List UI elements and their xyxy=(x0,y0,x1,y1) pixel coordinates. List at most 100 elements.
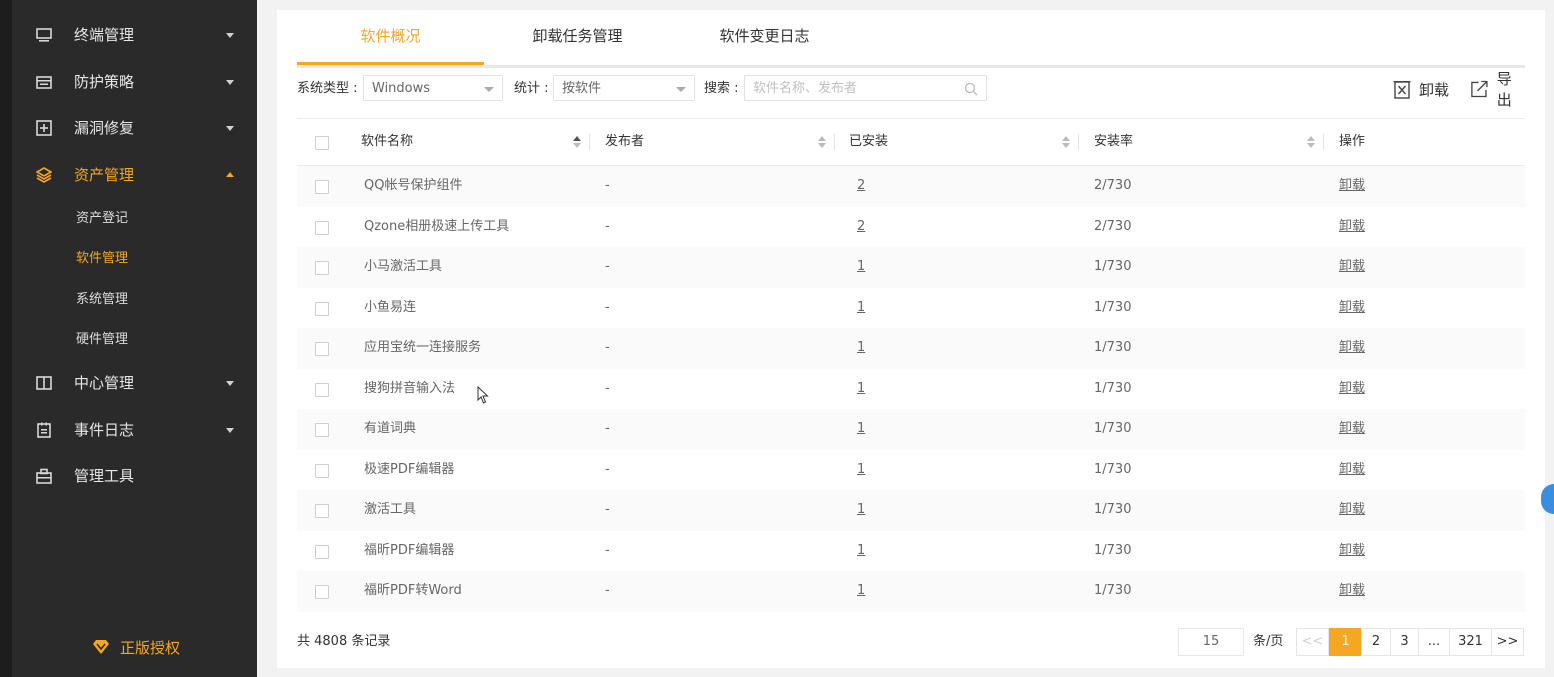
installed-count-link[interactable]: 1 xyxy=(857,571,865,611)
page-button-2[interactable]: 2 xyxy=(1361,628,1391,656)
stat-label: 统计 : xyxy=(514,81,549,96)
uninstall-link[interactable]: 卸载 xyxy=(1339,247,1365,287)
row-checkbox[interactable] xyxy=(315,301,329,316)
installed-count-link[interactable]: 2 xyxy=(857,207,865,247)
export-button[interactable]: 导出 xyxy=(1470,70,1525,109)
row-checkbox[interactable] xyxy=(315,423,329,437)
table-row[interactable]: 小鱼易连 - 1 1/730 卸载 xyxy=(297,288,1525,329)
row-checkbox[interactable] xyxy=(315,585,329,599)
uninstall-link[interactable]: 卸载 xyxy=(1339,409,1365,449)
row-checkbox[interactable] xyxy=(315,180,329,194)
plus-box-icon xyxy=(36,120,52,136)
monitor-icon xyxy=(36,28,52,42)
tab-uninstall-tasks[interactable]: 卸载任务管理 xyxy=(484,10,671,62)
page-button-3[interactable]: 3 xyxy=(1390,628,1419,656)
sidebar-item-events[interactable]: 事件日志 xyxy=(0,410,257,450)
row-checkbox[interactable] xyxy=(315,220,329,235)
sidebar-item-vuln[interactable]: 漏洞修复 xyxy=(0,108,257,148)
sidebar-item-tools[interactable]: 管理工具 xyxy=(0,456,257,496)
table-row[interactable]: 福昕PDF转Word - 1 1/730 卸载 xyxy=(297,571,1525,612)
uninstall-icon xyxy=(1393,81,1411,99)
uninstall-link[interactable]: 卸载 xyxy=(1339,288,1365,328)
sidebar-item-center[interactable]: 中心管理 xyxy=(0,363,257,403)
uninstall-link[interactable]: 卸载 xyxy=(1339,571,1365,611)
column-header-installed[interactable]: 已安装 xyxy=(849,119,888,165)
page-size-select[interactable]: 15 xyxy=(1178,628,1244,656)
table-row[interactable]: 激活工具 - 1 1/730 卸载 xyxy=(297,490,1525,531)
table-row[interactable]: 小马激活工具 - 1 1/730 卸载 xyxy=(297,247,1525,288)
column-header-name[interactable]: 软件名称 xyxy=(361,119,413,165)
installed-count-link[interactable]: 1 xyxy=(857,288,865,328)
sidebar-subitem-hardware[interactable]: 硬件管理 xyxy=(0,322,257,358)
select-all-checkbox[interactable] xyxy=(315,136,329,150)
sidebar-item-label: 资产管理 xyxy=(74,166,135,184)
tab-software-overview[interactable]: 软件概况 xyxy=(297,10,484,65)
filter-bar: 系统类型 : Windows 统计 : 按软件 搜索 : 卸载 导出 xyxy=(297,70,1525,109)
publisher: - xyxy=(605,178,610,193)
tab-software-changelog[interactable]: 软件变更日志 xyxy=(671,10,858,62)
sort-icon[interactable] xyxy=(1062,136,1070,148)
row-checkbox[interactable] xyxy=(315,544,329,559)
search-input[interactable] xyxy=(753,76,953,101)
installed-count-link[interactable]: 1 xyxy=(857,450,865,490)
column-header-rate[interactable]: 安装率 xyxy=(1094,119,1133,165)
uninstall-link[interactable]: 卸载 xyxy=(1339,166,1365,206)
row-checkbox[interactable] xyxy=(315,504,329,518)
installed-count-link[interactable]: 1 xyxy=(857,247,865,287)
install-rate: 1/730 xyxy=(1094,259,1132,274)
system-type-select[interactable]: Windows xyxy=(363,75,503,101)
sort-icon[interactable] xyxy=(818,136,826,148)
stat-select[interactable]: 按软件 xyxy=(553,75,695,101)
installed-count-link[interactable]: 1 xyxy=(857,409,865,449)
book-icon xyxy=(36,376,52,390)
uninstall-link[interactable]: 卸载 xyxy=(1339,490,1365,530)
installed-count-link[interactable]: 2 xyxy=(857,166,865,206)
uninstall-link[interactable]: 卸载 xyxy=(1339,531,1365,571)
installed-count-link[interactable]: 1 xyxy=(857,531,865,571)
installed-count-link[interactable]: 1 xyxy=(857,369,865,409)
prev-page-button[interactable]: << xyxy=(1296,628,1329,656)
next-page-button[interactable]: >> xyxy=(1491,628,1524,656)
table-row[interactable]: 福昕PDF编辑器 - 1 1/730 卸载 xyxy=(297,531,1525,572)
sort-icon[interactable] xyxy=(573,136,581,148)
sidebar-subitem-label: 软件管理 xyxy=(76,251,129,266)
page-button-1[interactable]: 1 xyxy=(1329,628,1362,656)
page-ellipsis[interactable]: ... xyxy=(1418,628,1450,656)
sidebar-item-assets[interactable]: 资产管理 xyxy=(0,155,257,195)
license-link[interactable]: 正版授权 xyxy=(92,634,180,660)
publisher: - xyxy=(605,340,610,355)
table-row[interactable]: 极速PDF编辑器 - 1 1/730 卸载 xyxy=(297,450,1525,491)
sidebar-subitem-software[interactable]: 软件管理 xyxy=(0,241,257,277)
installed-count-link[interactable]: 1 xyxy=(857,328,865,368)
uninstall-link[interactable]: 卸载 xyxy=(1339,207,1365,247)
install-rate: 1/730 xyxy=(1094,340,1132,355)
search-icon[interactable] xyxy=(964,82,978,96)
page-button-last[interactable]: 321 xyxy=(1449,628,1492,656)
uninstall-button[interactable]: 卸载 xyxy=(1393,74,1449,104)
publisher: - xyxy=(605,218,610,234)
installed-count-link[interactable]: 1 xyxy=(857,490,865,530)
install-rate: 2/730 xyxy=(1094,178,1132,193)
uninstall-label: 卸载 xyxy=(1419,80,1450,99)
column-header-publisher[interactable]: 发布者 xyxy=(605,119,644,165)
sidebar-subitem-system[interactable]: 系统管理 xyxy=(0,282,257,318)
table-row[interactable]: QQ帐号保护组件 - 2 2/730 卸载 xyxy=(297,166,1525,207)
table-row[interactable]: 有道词典 - 1 1/730 卸载 xyxy=(297,409,1525,450)
uninstall-link[interactable]: 卸载 xyxy=(1339,450,1365,490)
sidebar-subitem-asset-register[interactable]: 资产登记 xyxy=(0,201,257,237)
sidebar: 终端管理 防护策略 漏洞修复 资产管理 资产登记 软件管理 系统管理 硬件管理 … xyxy=(0,0,257,677)
row-checkbox[interactable] xyxy=(315,382,329,397)
sidebar-item-policy[interactable]: 防护策略 xyxy=(0,62,257,102)
sidebar-item-label: 中心管理 xyxy=(74,374,135,392)
software-name: 应用宝统一连接服务 xyxy=(364,340,482,355)
row-checkbox[interactable] xyxy=(315,463,329,478)
table-row[interactable]: 应用宝统一连接服务 - 1 1/730 卸载 xyxy=(297,328,1525,369)
row-checkbox[interactable] xyxy=(315,342,329,356)
sort-icon[interactable] xyxy=(1307,136,1315,148)
uninstall-link[interactable]: 卸载 xyxy=(1339,328,1365,368)
uninstall-link[interactable]: 卸载 xyxy=(1339,369,1365,409)
row-checkbox[interactable] xyxy=(315,261,329,275)
sidebar-item-terminal[interactable]: 终端管理 xyxy=(0,15,257,55)
install-rate: 1/730 xyxy=(1094,380,1132,396)
table-row[interactable]: Qzone相册极速上传工具 - 2 2/730 卸载 xyxy=(297,207,1525,248)
